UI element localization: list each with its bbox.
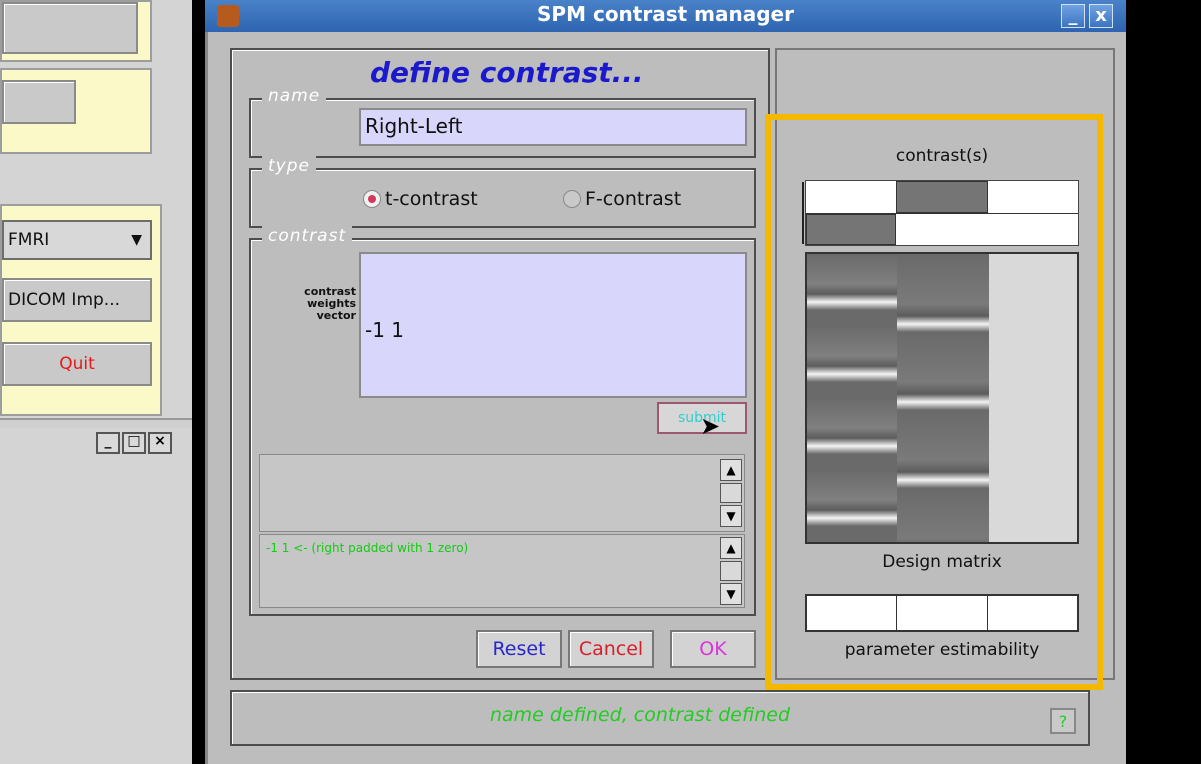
design-matrix-column-2: [897, 254, 989, 542]
contrasts-title: contrast(s): [895, 146, 989, 166]
parse-message: -1 1 <- (right padded with 1 zero): [266, 541, 469, 555]
contrast-cell-negative: [806, 214, 896, 245]
radio-unselected-icon: [563, 190, 581, 208]
estimability-bar: [805, 594, 1079, 632]
cancel-button[interactable]: Cancel: [568, 630, 654, 668]
contrast-cell-positive: [896, 181, 988, 213]
name-legend: name: [262, 86, 327, 106]
reset-button[interactable]: Reset: [476, 630, 562, 668]
mouse-cursor-icon: ➤: [700, 412, 721, 440]
t-contrast-radio[interactable]: t-contrast: [363, 188, 478, 210]
parse-message-list[interactable]: -1 1 <- (right padded with 1 zero) ▲ ▼: [259, 534, 745, 608]
help-icon: ?: [1058, 711, 1068, 731]
maximize-icon[interactable]: □: [122, 432, 146, 454]
contrast-weights-display: [805, 180, 1079, 246]
scroll-up-icon[interactable]: ▲: [720, 537, 742, 559]
status-text: name defined, contrast defined: [489, 704, 791, 726]
estimability-cell: [807, 596, 898, 630]
quit-label: Quit: [59, 354, 95, 374]
close-icon[interactable]: ×: [148, 432, 172, 454]
contrast-name-input[interactable]: Right-Left: [359, 108, 747, 146]
dicom-import-button[interactable]: DICOM Imp...: [2, 278, 152, 322]
design-matrix-column-3: [989, 254, 1077, 542]
contrast-info-list[interactable]: ▲ ▼: [259, 454, 745, 532]
ok-label: OK: [699, 638, 727, 660]
background-button-mid[interactable]: [2, 80, 76, 124]
scroll-thumb[interactable]: [720, 561, 742, 581]
weights-label: contrast weights vector: [282, 286, 356, 322]
background-window-controls: _ □ ×: [96, 432, 172, 454]
quit-button[interactable]: Quit: [2, 342, 152, 386]
contrast-axis: [802, 182, 804, 244]
background-button-top[interactable]: [2, 2, 138, 54]
reset-label: Reset: [492, 638, 546, 660]
radio-selected-icon: [363, 190, 381, 208]
define-contrast-heading: define contrast...: [370, 56, 644, 89]
estimability-cell: [988, 596, 1077, 630]
close-icon[interactable]: x: [1089, 4, 1113, 28]
minimize-icon[interactable]: _: [1061, 4, 1085, 28]
t-contrast-label: t-contrast: [385, 188, 478, 210]
title-bar: SPM contrast manager _ x: [205, 0, 1126, 32]
scroll-down-icon[interactable]: ▼: [720, 505, 742, 527]
type-legend: type: [262, 156, 316, 176]
estimability-label: parameter estimability: [844, 640, 1040, 660]
f-contrast-label: F-contrast: [585, 188, 682, 210]
help-button[interactable]: ?: [1050, 708, 1076, 734]
minimize-icon[interactable]: _: [96, 432, 120, 454]
contrast-legend: contrast: [262, 226, 353, 246]
background-panel-bottom: FMRI ▼ DICOM Imp... Quit: [0, 204, 162, 416]
contrast-weights-input[interactable]: -1 1: [359, 252, 747, 398]
design-matrix-column-1: [807, 254, 897, 542]
modality-select[interactable]: FMRI ▼: [2, 220, 152, 260]
ok-button[interactable]: OK: [670, 630, 756, 668]
estimability-cell: [897, 596, 988, 630]
background-panel-mid: [0, 68, 152, 154]
cancel-label: Cancel: [578, 638, 644, 660]
scroll-down-icon[interactable]: ▼: [720, 583, 742, 605]
dicom-import-label: DICOM Imp...: [8, 290, 121, 310]
f-contrast-radio[interactable]: F-contrast: [563, 188, 681, 210]
chevron-down-icon: ▼: [131, 232, 142, 248]
design-matrix-image: [805, 252, 1079, 544]
window-title: SPM contrast manager: [537, 2, 794, 26]
background-divider: [0, 418, 192, 428]
scroll-up-icon[interactable]: ▲: [720, 459, 742, 481]
modality-select-value: FMRI: [8, 230, 50, 250]
scroll-thumb[interactable]: [720, 483, 742, 503]
weights-label-line-3: vector: [316, 309, 356, 322]
design-matrix-label: Design matrix: [882, 552, 1002, 572]
background-panel-top: [0, 0, 152, 62]
